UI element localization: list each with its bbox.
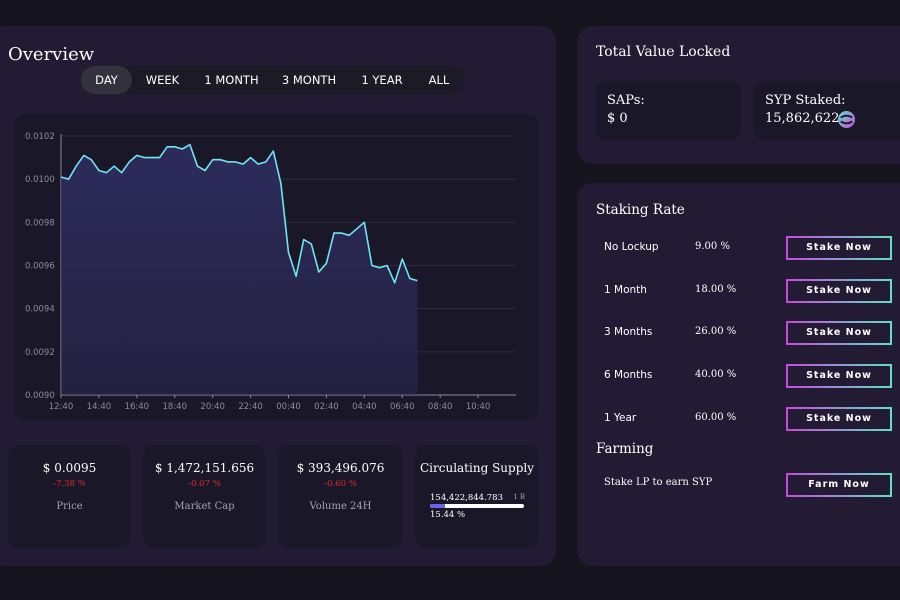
y-tick-label: 0.0094 bbox=[25, 305, 55, 315]
farming-label: Stake LP to earn SYP bbox=[604, 477, 713, 488]
price-chart: 0.0090 0.0092 0.0094 0.0096 0.0098 0.0100 0.01… bbox=[25, 132, 516, 412]
price-label: Price bbox=[56, 501, 83, 512]
supply-progress-bar bbox=[430, 504, 524, 508]
saps-value: $ 0 bbox=[607, 111, 628, 126]
y-tick-label: 0.0096 bbox=[25, 262, 55, 272]
rate-term: 3 Months bbox=[604, 326, 653, 338]
y-tick-label: 0.0090 bbox=[25, 391, 55, 401]
rate-term: No Lockup bbox=[604, 241, 659, 253]
x-tick-label: 22:40 bbox=[238, 402, 263, 412]
saps-label: SAPs: bbox=[607, 93, 645, 108]
tvl-title: Total Value Locked bbox=[596, 44, 731, 60]
tab-1-month[interactable]: 1 MONTH bbox=[193, 66, 270, 94]
rate-row-no-lockup: No Lockup 9.00 % Stake Now bbox=[604, 236, 894, 260]
rate-row-1-year: 1 Year 60.00 % Stake Now bbox=[604, 407, 894, 431]
supply-card: Circulating Supply 154,422,844.783 1 B 1… bbox=[415, 445, 539, 548]
price-chart-card: 0.0090 0.0092 0.0094 0.0096 0.0098 0.0100 0.01… bbox=[14, 114, 539, 420]
volume-card: $ 393,496.076 -0.60 % Volume 24H bbox=[278, 445, 403, 548]
supply-percent: 15.44 % bbox=[430, 510, 466, 520]
supply-progress-fill bbox=[430, 504, 445, 508]
farming-title: Farming bbox=[596, 441, 654, 457]
x-tick-label: 06:40 bbox=[390, 402, 415, 412]
stake-now-button[interactable]: Stake Now bbox=[786, 407, 892, 431]
supply-title: Circulating Supply bbox=[419, 461, 534, 475]
rate-term: 6 Months bbox=[604, 369, 653, 381]
tab-all[interactable]: ALL bbox=[416, 66, 462, 94]
tab-3-month[interactable]: 3 MONTH bbox=[270, 66, 348, 94]
rate-term: 1 Year bbox=[604, 412, 637, 424]
y-tick-label: 0.0102 bbox=[25, 132, 55, 142]
supply-max: 1 B bbox=[513, 493, 525, 501]
range-tabs: DAY WEEK 1 MONTH 3 MONTH 1 YEAR ALL bbox=[81, 66, 464, 94]
farm-now-button[interactable]: Farm Now bbox=[786, 473, 892, 497]
market-cap-card: $ 1,472,151.656 -0.07 % Market Cap bbox=[143, 445, 266, 548]
rate-row-1-month: 1 Month 18.00 % Stake Now bbox=[604, 279, 894, 303]
x-tick-label: 02:40 bbox=[314, 402, 339, 412]
tab-1-year[interactable]: 1 YEAR bbox=[348, 66, 416, 94]
volume-change: -0.60 % bbox=[324, 479, 357, 489]
x-tick-label: 16:40 bbox=[125, 402, 150, 412]
market-cap-value: $ 1,472,151.656 bbox=[154, 461, 255, 475]
supply-amount: 154,422,844.783 bbox=[430, 493, 504, 503]
x-tick-label: 12:40 bbox=[49, 402, 74, 412]
y-tick-label: 0.0100 bbox=[25, 175, 55, 185]
rate-percent: 9.00 % bbox=[695, 241, 730, 252]
syp-token-icon bbox=[837, 110, 856, 129]
rate-percent: 26.00 % bbox=[695, 326, 737, 337]
x-tick-label: 00:40 bbox=[276, 402, 301, 412]
saps-box: SAPs: $ 0 bbox=[596, 81, 741, 140]
syp-staked-label: SYP Staked: bbox=[765, 93, 846, 108]
stake-now-button[interactable]: Stake Now bbox=[786, 236, 892, 260]
rate-term: 1 Month bbox=[604, 284, 647, 296]
rate-row-3-months: 3 Months 26.00 % Stake Now bbox=[604, 321, 894, 345]
x-tick-label: 20:40 bbox=[200, 402, 225, 412]
y-tick-label: 0.0092 bbox=[25, 348, 55, 358]
price-change: -7.38 % bbox=[53, 479, 86, 489]
tab-week[interactable]: WEEK bbox=[132, 66, 193, 94]
syp-staked-value: 15,862,622 bbox=[765, 111, 840, 126]
market-cap-label: Market Cap bbox=[174, 501, 235, 512]
x-tick-label: 18:40 bbox=[163, 402, 188, 412]
stake-now-button[interactable]: Stake Now bbox=[786, 279, 892, 303]
rate-percent: 18.00 % bbox=[695, 284, 737, 295]
volume-label: Volume 24H bbox=[309, 501, 372, 512]
market-cap-change: -0.07 % bbox=[188, 479, 221, 489]
syp-staked-box: SYP Staked: 15,862,622 bbox=[754, 81, 900, 140]
rate-percent: 40.00 % bbox=[695, 369, 737, 380]
x-tick-label: 04:40 bbox=[352, 402, 377, 412]
price-card: $ 0.0095 -7.38 % Price bbox=[8, 445, 131, 548]
y-tick-label: 0.0098 bbox=[25, 218, 55, 228]
stake-now-button[interactable]: Stake Now bbox=[786, 321, 892, 345]
tab-day[interactable]: DAY bbox=[81, 66, 132, 94]
x-tick-label: 14:40 bbox=[87, 402, 112, 412]
rate-row-6-months: 6 Months 40.00 % Stake Now bbox=[604, 364, 894, 388]
x-tick-label: 10:40 bbox=[466, 402, 491, 412]
volume-value: $ 393,496.076 bbox=[296, 461, 385, 475]
staking-rate-title: Staking Rate bbox=[596, 202, 685, 218]
x-tick-label: 08:40 bbox=[428, 402, 453, 412]
stake-now-button[interactable]: Stake Now bbox=[786, 364, 892, 388]
price-value: $ 0.0095 bbox=[42, 461, 97, 475]
rate-percent: 60.00 % bbox=[695, 412, 737, 423]
price-area-fill bbox=[61, 144, 418, 395]
overview-title: Overview bbox=[8, 44, 95, 65]
